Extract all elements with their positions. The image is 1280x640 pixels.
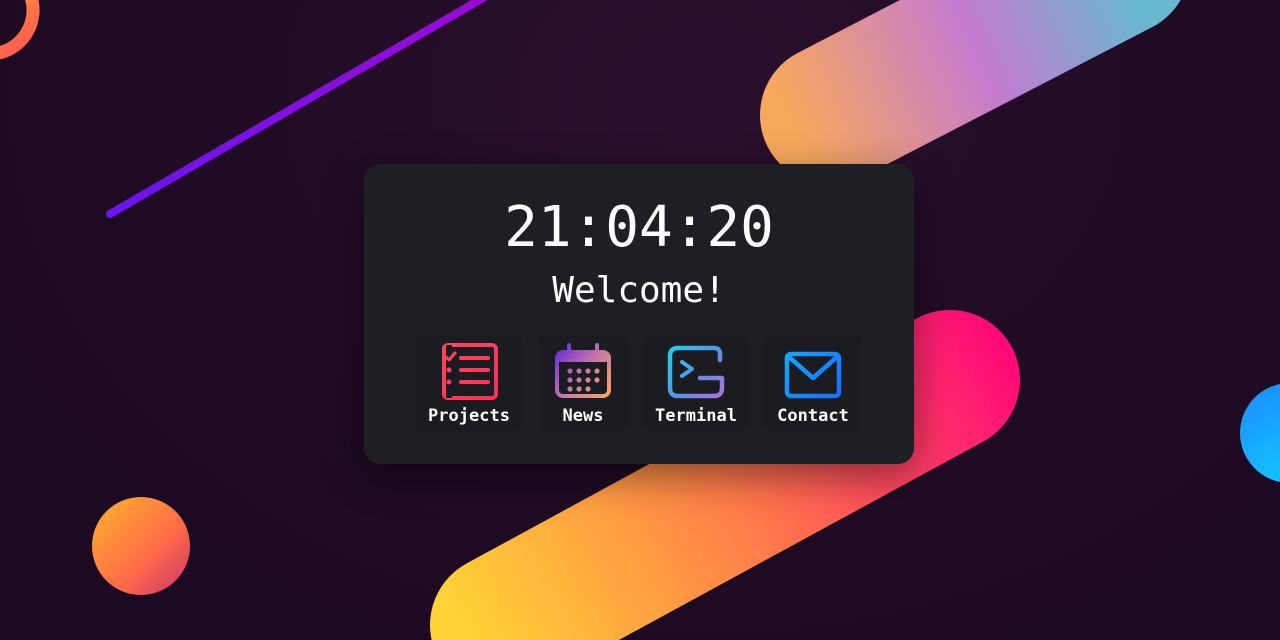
news-shortcut[interactable]: News <box>538 334 628 432</box>
welcome-card: 21:04:20 Welcome! Projects News Terminal… <box>364 164 914 464</box>
news-label: News <box>562 406 604 426</box>
task-list-icon <box>437 340 501 404</box>
welcome-message: Welcome! <box>552 270 726 311</box>
contact-shortcut[interactable]: Contact <box>764 334 862 432</box>
clock: 21:04:20 <box>504 195 774 260</box>
terminal-icon <box>664 340 728 404</box>
contact-label: Contact <box>777 406 849 426</box>
projects-shortcut[interactable]: Projects <box>416 334 522 432</box>
projects-label: Projects <box>428 406 510 426</box>
terminal-shortcut[interactable]: Terminal <box>644 334 748 432</box>
envelope-icon <box>781 340 845 404</box>
terminal-label: Terminal <box>655 406 737 426</box>
calendar-icon <box>551 340 615 404</box>
